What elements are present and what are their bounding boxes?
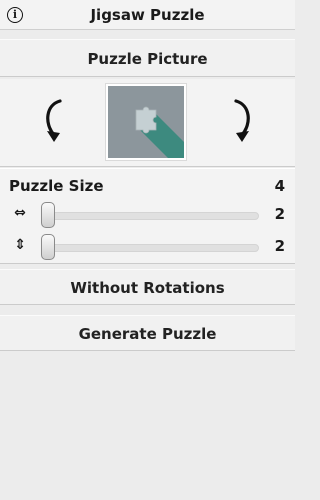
width-slider-row: ⇔ 2	[0, 201, 295, 229]
width-slider-thumb[interactable]	[41, 202, 55, 228]
without-rotations-button[interactable]: Without Rotations	[0, 269, 295, 305]
picture-row	[0, 79, 295, 167]
puzzle-piece-icon	[108, 86, 184, 158]
horizontal-arrows-icon: ⇔	[14, 205, 26, 221]
puzzle-size-section: Puzzle Size 4 ⇔ 2 ⇕ 2	[0, 168, 295, 264]
rotate-left-icon[interactable]	[40, 97, 70, 143]
generate-puzzle-button[interactable]: Generate Puzzle	[0, 315, 295, 351]
height-slider-track[interactable]	[41, 244, 259, 252]
puzzle-thumbnail[interactable]	[105, 83, 187, 161]
puzzle-size-label: Puzzle Size	[9, 177, 104, 195]
width-value: 2	[274, 205, 285, 223]
vertical-arrows-icon: ⇕	[14, 237, 26, 253]
title-bar: i Jigsaw Puzzle	[0, 0, 295, 30]
app-title: Jigsaw Puzzle	[90, 6, 205, 24]
height-slider-thumb[interactable]	[41, 234, 55, 260]
puzzle-size-total: 4	[274, 177, 285, 195]
puzzle-picture-button[interactable]: Puzzle Picture	[0, 39, 295, 77]
width-slider-track[interactable]	[41, 212, 259, 220]
rotate-right-icon[interactable]	[226, 97, 256, 143]
height-slider-row: ⇕ 2	[0, 233, 295, 261]
height-value: 2	[274, 237, 285, 255]
